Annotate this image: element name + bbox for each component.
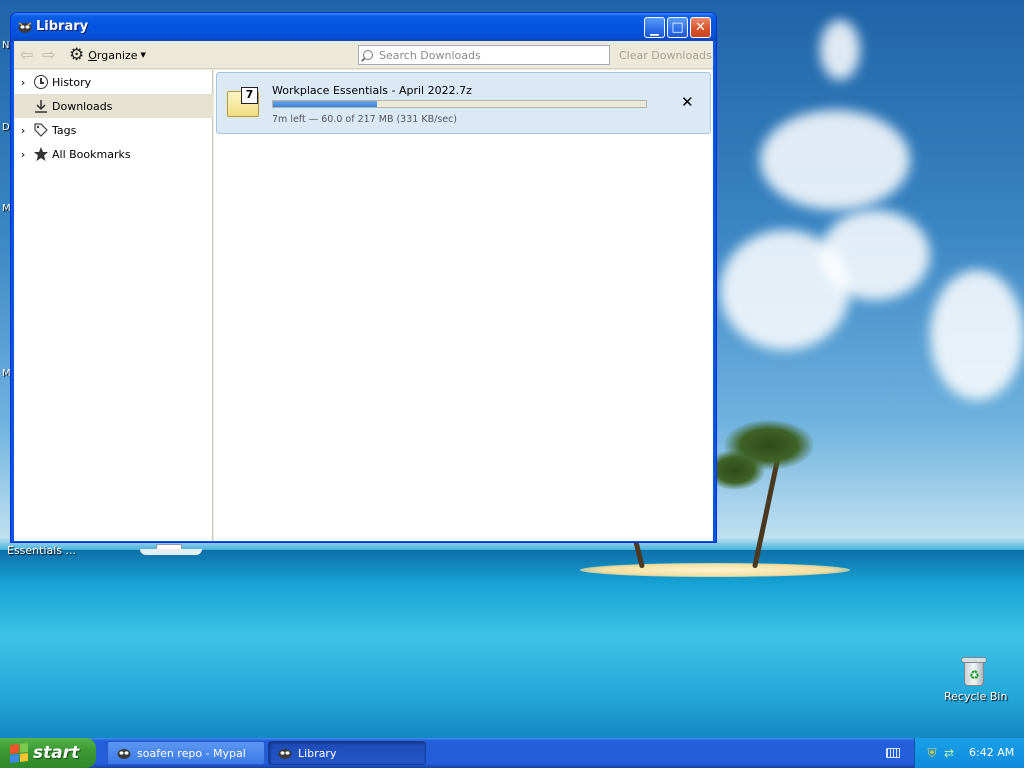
boat [140, 543, 202, 555]
download-progress-fill [273, 101, 378, 107]
sidebar-item-label: Tags [52, 123, 77, 137]
desktop-icon-label: D [2, 122, 10, 133]
minimize-button[interactable]: ▁ [644, 17, 665, 38]
sidebar-item-label: All Bookmarks [52, 147, 131, 161]
download-item[interactable]: 7 Workplace Essentials - April 2022.7z 7… [216, 72, 711, 134]
start-label: start [33, 743, 80, 763]
mypal-app-icon [18, 22, 32, 33]
taskbar-button-label: Library [298, 746, 337, 760]
clock-icon [32, 73, 50, 91]
forward-arrow-icon[interactable]: ⇨ [42, 47, 55, 63]
taskbar-button-mypal[interactable]: soafen repo - Mypal [107, 741, 265, 765]
sidebar-item-all-bookmarks[interactable]: › All Bookmarks [14, 142, 213, 166]
island [580, 563, 850, 577]
network-icon[interactable]: ⇄ [942, 746, 956, 760]
download-filename: Workplace Essentials - April 2022.7z [272, 84, 472, 97]
sidebar-item-label: History [52, 75, 92, 89]
search-box[interactable] [358, 45, 610, 65]
tag-icon [32, 121, 50, 139]
maximize-button[interactable]: □ [667, 17, 688, 38]
desktop-icon-essentials[interactable]: Essentials ... [7, 544, 76, 557]
clear-downloads-button[interactable]: Clear Downloads [619, 49, 712, 62]
sidebar-item-downloads[interactable]: Downloads [14, 94, 213, 118]
system-tray: ⛨ ⇄ 6:42 AM [914, 738, 1024, 768]
cloud [930, 270, 1024, 400]
library-window: Library ▁ □ ✕ ⇦ ⇨ ⚙ Organize ▼ Clear Dow… [10, 12, 717, 543]
keyboard-icon[interactable] [886, 748, 900, 758]
sidebar: › History Downloads › Tags › All Bookmar… [14, 70, 213, 541]
back-arrow-icon[interactable]: ⇦ [20, 47, 33, 63]
close-icon: ✕ [695, 20, 706, 35]
search-input[interactable] [379, 48, 599, 62]
close-button[interactable]: ✕ [690, 17, 711, 38]
sidebar-item-label: Downloads [52, 99, 113, 113]
title-bar[interactable]: Library ▁ □ ✕ [11, 13, 716, 41]
gear-icon: ⚙ [69, 44, 85, 65]
recycle-bin[interactable]: ♻ Recycle Bin [944, 656, 1008, 703]
taskbar-button-library[interactable]: Library [268, 741, 426, 765]
windows-logo-icon [10, 743, 28, 763]
minimize-icon: ▁ [650, 23, 659, 36]
sidebar-item-tags[interactable]: › Tags [14, 118, 213, 142]
cloud [820, 210, 930, 300]
dropdown-caret-icon: ▼ [140, 51, 146, 59]
toolbar: ⇦ ⇨ ⚙ Organize ▼ Clear Downloads [14, 41, 713, 69]
download-status: 7m left — 60.0 of 217 MB (331 KB/sec) [272, 114, 458, 125]
cloud [760, 110, 910, 210]
expand-chevron-icon[interactable]: › [14, 124, 32, 137]
recycle-bin-label: Recycle Bin [944, 690, 1008, 703]
star-icon [32, 145, 50, 163]
download-progress-bar [272, 100, 647, 108]
download-icon [32, 97, 50, 115]
taskbar: start soafen repo - Mypal Library ⛨ ⇄ 6:… [0, 738, 1024, 768]
cloud [820, 20, 860, 80]
mypal-app-icon [278, 749, 292, 759]
cancel-download-icon[interactable]: ✕ [681, 95, 694, 110]
sidebar-item-history[interactable]: › History [14, 70, 213, 94]
expand-chevron-icon[interactable]: › [14, 76, 32, 89]
organize-menu-button[interactable]: ⚙ Organize ▼ [69, 45, 146, 65]
maximize-icon: □ [671, 20, 684, 35]
organize-label: Organize [88, 48, 138, 62]
7z-archive-icon: 7 [227, 87, 261, 117]
search-icon [363, 50, 373, 60]
window-title: Library [36, 19, 89, 34]
tray-clock[interactable]: 6:42 AM [969, 746, 1014, 759]
sea [0, 550, 1024, 740]
start-button[interactable]: start [0, 738, 96, 768]
mypal-app-icon [117, 749, 131, 759]
expand-chevron-icon[interactable]: › [14, 148, 32, 161]
desktop-icon-label: N [2, 40, 10, 51]
window-client: ⇦ ⇨ ⚙ Organize ▼ Clear Downloads › Histo… [14, 41, 713, 541]
downloads-list: 7 Workplace Essentials - April 2022.7z 7… [214, 70, 713, 541]
recycle-bin-icon: ♻ [961, 656, 987, 686]
taskbar-button-label: soafen repo - Mypal [137, 746, 246, 760]
shield-icon[interactable]: ⛨ [925, 746, 939, 760]
